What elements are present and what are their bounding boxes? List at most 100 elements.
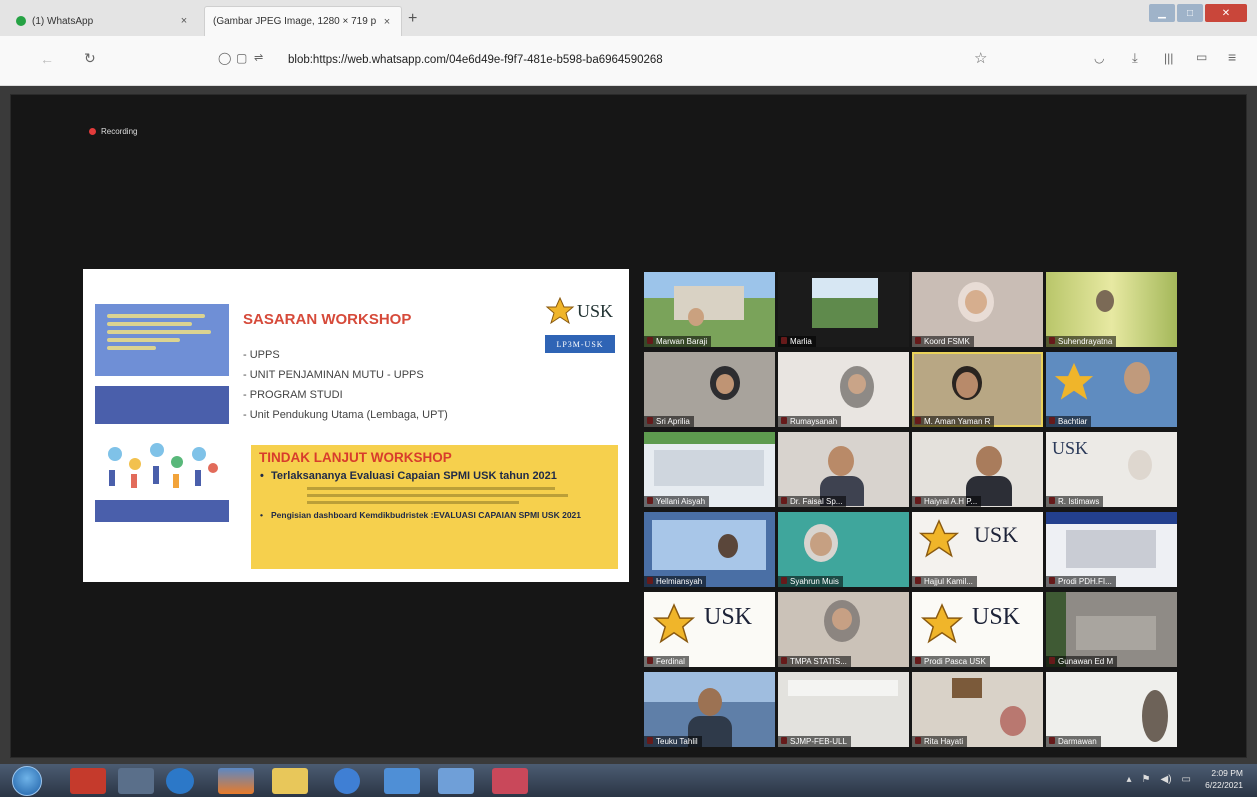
firefox-icon[interactable] [218,768,254,794]
participant-tile[interactable]: USK R. Istimaws [1046,432,1177,507]
reload-icon[interactable]: ↻ [84,50,96,67]
participant-name: TMPA STATIS... [778,656,851,667]
close-tab-icon[interactable]: × [381,16,393,28]
participant-tile[interactable]: Marlia [778,272,909,347]
window-controls: ▁ □ ✕ [1149,4,1247,22]
tab-whatsapp[interactable]: (1) WhatsApp × [8,6,198,36]
image-viewport[interactable]: Recording SASARAN WORKSHOP - UPPS - UNIT… [0,86,1257,764]
follow-up-title: TINDAK LANJUT WORKSHOP [259,450,452,465]
pdf-reader-icon[interactable] [70,768,106,794]
participant-name: M. Aman Yaman R [912,416,995,427]
bookmark-star-icon[interactable]: ☆ [974,49,987,67]
participant-name: Marwan Baraji [644,336,712,347]
participant-tile[interactable]: TMPA STATIS... [778,592,909,667]
slide-side-bar [95,386,229,424]
download-icon[interactable]: ⤓ [1132,50,1138,66]
participant-tile[interactable]: Rita Hayati [912,672,1043,747]
tab-title: (1) WhatsApp [32,15,94,27]
back-icon[interactable]: ← [40,51,54,67]
participant-tile[interactable]: Sri Aprilia [644,352,775,427]
library-icon[interactable]: ||| [1164,51,1173,65]
new-tab-button[interactable]: + [408,10,417,28]
page-info-icon[interactable]: ▢ [236,51,247,65]
browser-toolbar: ← ↻ ◯ ▢ ⇌ blob:https://web.whatsapp.com/… [0,36,1257,86]
participant-name: Prodi Pasca USK [912,656,990,667]
follow-up-item: Terlaksananya Evaluasi Capaian SPMI USK … [259,469,610,483]
participant-tile[interactable]: Bachtiar [1046,352,1177,427]
participant-tile[interactable]: Dr. Faisal Sp... [778,432,909,507]
app-icon[interactable] [492,768,528,794]
participant-tile[interactable]: USK Hajjul Kamil... [912,512,1043,587]
clock-time: 2:09 PM [1211,768,1243,778]
browser-tab-bar: (1) WhatsApp × (Gambar JPEG Image, 1280 … [0,0,1257,36]
action-center-flag-icon[interactable]: ⚑ [1142,774,1151,785]
participant-tile-active-speaker[interactable]: M. Aman Yaman R [912,352,1043,427]
participant-name: Prodi PDH.FI... [1046,576,1116,587]
hamburger-menu-icon[interactable]: ≡ [1228,49,1236,65]
participant-tile[interactable]: Gunawan Ed M [1046,592,1177,667]
participant-tile[interactable]: Helmiansyah [644,512,775,587]
participant-tile[interactable]: USK Ferdinal [644,592,775,667]
permissions-icon[interactable]: ⇌ [254,51,263,64]
participant-tile[interactable]: USK Prodi Pasca USK [912,592,1043,667]
network-icon[interactable]: ▭ [1182,774,1191,785]
recording-dot-icon [89,128,96,135]
people-illustration-icon [95,432,229,497]
participant-name: R. Istimaws [1046,496,1104,507]
sidebar-toggle-icon[interactable]: ▭ [1196,50,1207,64]
system-tray: ▴ ⚑ ◀) ▭ [1127,774,1191,785]
participant-tile[interactable]: Haiyral A.H P... [912,432,1043,507]
participant-name: Rita Hayati [912,736,968,747]
whatsapp-icon [16,16,26,26]
file-explorer-icon[interactable] [272,768,308,794]
usk-emblem-icon [545,296,575,325]
participant-tile[interactable]: SJMP-FEB-ULL [778,672,909,747]
tab-jpeg-image[interactable]: (Gambar JPEG Image, 1280 × 719 p × [204,6,402,36]
volume-icon[interactable]: ◀) [1161,774,1172,785]
close-tab-icon[interactable]: × [178,15,190,27]
participant-tile[interactable]: Koord FSMK [912,272,1043,347]
participant-name: Hajjul Kamil... [912,576,977,587]
slide-side-bar [95,500,229,522]
chrome-icon[interactable] [334,768,360,794]
participant-tile[interactable]: Marwan Baraji [644,272,775,347]
windows-taskbar: ▴ ⚑ ◀) ▭ 2:09 PM 6/22/2021 [0,764,1257,797]
follow-up-item: Pengisian dashboard Kemdikbudristek :EVA… [259,510,610,521]
address-bar-url[interactable]: blob:https://web.whatsapp.com/04e6d49e-f… [288,54,663,66]
shield-icon[interactable]: ◯ [218,51,231,65]
minimize-button[interactable]: ▁ [1149,4,1175,22]
participant-name: Koord FSMK [912,336,974,347]
app-icon[interactable] [118,768,154,794]
participant-tile[interactable]: Syahrun Muis [778,512,909,587]
app-icon[interactable] [438,768,474,794]
lp3m-badge: LP3M-USK [545,335,615,353]
start-button[interactable] [12,766,42,796]
list-item: UPPS [243,345,448,365]
participant-tile[interactable]: Rumaysanah [778,352,909,427]
list-item: Unit Pendukung Utama (Lembaga, UPT) [243,405,448,425]
usk-logo: USK [545,293,615,329]
follow-up-fine-print [307,487,610,504]
participant-name: Teuku Tahlil [644,736,702,747]
shared-slide: SASARAN WORKSHOP UPPS UNIT PENJAMINAN MU… [83,269,629,582]
window-close-button[interactable]: ✕ [1205,4,1247,22]
participant-tile[interactable]: Prodi PDH.FI... [1046,512,1177,587]
pocket-icon[interactable]: ◡ [1094,51,1104,65]
participant-name: Haiyral A.H P... [912,496,982,507]
participant-name: Syahrun Muis [778,576,843,587]
participant-name: Bachtiar [1046,416,1092,427]
participant-tile[interactable]: Darmawan [1046,672,1177,747]
taskbar-clock[interactable]: 2:09 PM 6/22/2021 [1205,767,1243,791]
internet-explorer-icon[interactable] [166,768,194,794]
participant-tile[interactable]: Suhendrayatna [1046,272,1177,347]
app-icon[interactable] [384,768,420,794]
participant-name: Marlia [778,336,816,347]
participant-name: Yellani Aisyah [644,496,710,507]
show-hidden-icons-icon[interactable]: ▴ [1127,774,1132,785]
participant-tile[interactable]: Yellani Aisyah [644,432,775,507]
slide-title: SASARAN WORKSHOP [243,311,412,328]
maximize-button[interactable]: □ [1177,4,1203,22]
participant-name: Dr. Faisal Sp... [778,496,847,507]
participant-tile[interactable]: Teuku Tahlil [644,672,775,747]
clock-date: 6/22/2021 [1205,780,1243,790]
